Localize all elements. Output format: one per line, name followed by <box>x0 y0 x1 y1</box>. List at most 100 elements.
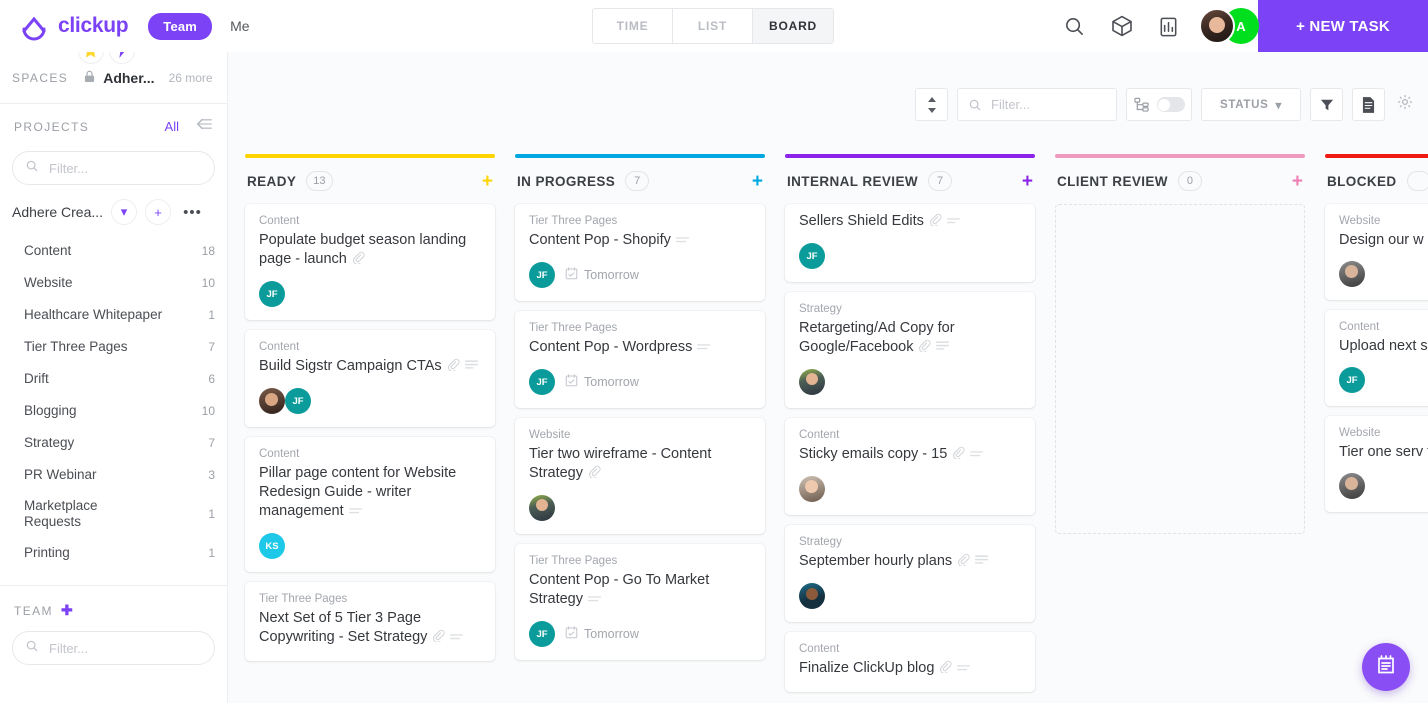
sidebar-item-tier-three-pages[interactable]: Tier Three Pages 7 <box>0 331 227 363</box>
sort-icon[interactable] <box>915 88 948 121</box>
sidebar-item-website[interactable]: Website 10 <box>0 267 227 299</box>
current-space-name[interactable]: Adher... <box>103 70 154 86</box>
task-card[interactable]: Website Tier one serv tent populat <box>1325 416 1428 512</box>
active-project-name[interactable]: Adhere Crea... <box>12 204 103 220</box>
due-date[interactable]: Tomorrow <box>565 626 639 642</box>
board-filter-placeholder: Filter... <box>991 97 1030 112</box>
gear-icon[interactable] <box>1396 93 1414 116</box>
project-chevron-down-icon[interactable]: ▾ <box>111 199 137 225</box>
due-date[interactable]: Tomorrow <box>565 267 639 283</box>
clipboard-chart-icon[interactable] <box>1156 14 1181 39</box>
empty-drop-zone[interactable] <box>1055 204 1305 534</box>
projects-filter-placeholder: Filter... <box>49 161 88 176</box>
task-card[interactable]: Content Sticky emails copy - 15 <box>785 418 1035 515</box>
add-team-member-button[interactable]: ✚ <box>61 602 73 619</box>
task-footer: JF Tomorrow <box>529 621 751 647</box>
tab-list[interactable]: LIST <box>673 9 753 43</box>
task-card[interactable]: Content Pillar page content for Website … <box>245 437 495 572</box>
avatar-photo[interactable] <box>1339 473 1365 499</box>
spaces-more-count[interactable]: 26 more <box>169 71 213 85</box>
tab-board[interactable]: BOARD <box>753 9 833 43</box>
description-icon <box>588 591 601 610</box>
avatar[interactable]: JF <box>1339 367 1365 393</box>
due-date[interactable]: Tomorrow <box>565 374 639 390</box>
task-title: Next Set of 5 Tier 3 Page Copywriting - … <box>259 609 481 648</box>
board-filter-input[interactable]: Filter... <box>957 88 1117 121</box>
due-date-text: Tomorrow <box>584 375 639 389</box>
avatar-photo[interactable] <box>529 495 555 521</box>
projects-all-filter[interactable]: All <box>165 119 179 134</box>
avatar-photo[interactable] <box>799 583 825 609</box>
project-more-options-icon[interactable]: ••• <box>183 204 202 221</box>
list-item-count: 7 <box>208 436 215 450</box>
status-dropdown[interactable]: STATUS ▾ <box>1201 88 1301 121</box>
projects-filter-input[interactable]: Filter... <box>12 151 215 185</box>
task-card[interactable]: Content Finalize ClickUp blog <box>785 632 1035 692</box>
team-toggle-button[interactable]: Team <box>148 13 212 40</box>
column-title: IN PROGRESS <box>517 174 615 189</box>
sidebar-item-strategy[interactable]: Strategy 7 <box>0 427 227 459</box>
add-task-to-column-button[interactable]: + <box>482 172 493 191</box>
task-footer <box>529 495 751 521</box>
new-task-button[interactable]: + NEW TASK <box>1258 0 1428 52</box>
task-card[interactable]: Website Tier two wireframe - Content Str… <box>515 418 765 534</box>
list-item-label: Printing <box>24 545 70 561</box>
page-icon[interactable] <box>1352 88 1385 121</box>
sidebar-item-content[interactable]: Content 18 <box>0 235 227 267</box>
avatar[interactable]: KS <box>259 533 285 559</box>
list-item-count: 18 <box>202 244 215 258</box>
avatar[interactable]: JF <box>799 243 825 269</box>
sidebar-item-blogging[interactable]: Blogging 10 <box>0 395 227 427</box>
task-card[interactable]: Website Design our w <box>1325 204 1428 300</box>
task-card[interactable]: Tier Three Pages Content Pop - Shopify J… <box>515 204 765 301</box>
notepad-fab-button[interactable] <box>1362 643 1410 691</box>
tab-time[interactable]: TIME <box>593 9 673 43</box>
sidebar-item-healthcare-whitepaper[interactable]: Healthcare Whitepaper 1 <box>0 299 227 331</box>
description-icon <box>936 339 949 358</box>
task-list-tag: Content <box>259 448 481 460</box>
task-title: September hourly plans <box>799 552 1021 572</box>
task-card[interactable]: Tier Three Pages Next Set of 5 Tier 3 Pa… <box>245 582 495 661</box>
avatar[interactable]: JF <box>529 621 555 647</box>
avatar[interactable]: JF <box>529 262 555 288</box>
task-card[interactable]: Content Populate budget season landing p… <box>245 204 495 320</box>
list-item-count: 10 <box>202 404 215 418</box>
task-card[interactable]: Strategy September hourly plans <box>785 525 1035 622</box>
avatar-photo[interactable] <box>1339 261 1365 287</box>
team-filter-input[interactable]: Filter... <box>12 631 215 665</box>
task-title-text: Build Sigstr Campaign CTAs <box>259 358 442 374</box>
sidebar-item-marketplace-requests[interactable]: Marketplace Requests 1 <box>0 491 227 537</box>
add-task-to-column-button[interactable]: + <box>752 172 763 191</box>
avatar[interactable]: JF <box>529 369 555 395</box>
task-card[interactable]: Tier Three Pages Content Pop - Go To Mar… <box>515 544 765 660</box>
task-footer: JF Tomorrow <box>529 262 751 288</box>
search-icon[interactable] <box>1062 14 1087 39</box>
avatar[interactable]: JF <box>259 281 285 307</box>
sidebar-item-pr-webinar[interactable]: PR Webinar 3 <box>0 459 227 491</box>
add-project-button[interactable]: + <box>145 199 171 225</box>
add-task-to-column-button[interactable]: + <box>1022 172 1033 191</box>
brand-logo[interactable]: clickup <box>0 10 128 42</box>
sidebar-item-printing[interactable]: Printing 1 <box>0 537 227 569</box>
task-card[interactable]: Tier Three Pages Content Pop - Wordpress… <box>515 311 765 408</box>
subtask-toggle[interactable] <box>1126 88 1192 121</box>
toggle-switch[interactable] <box>1157 97 1185 112</box>
task-card[interactable]: Content Build Sigstr Campaign CTAs JF <box>245 330 495 427</box>
add-task-to-column-button[interactable]: + <box>1292 172 1303 191</box>
funnel-filter-icon[interactable] <box>1310 88 1343 121</box>
task-card[interactable]: Strategy Retargeting/Ad Copy for Google/… <box>785 292 1035 408</box>
avatar-photo[interactable] <box>799 369 825 395</box>
sidebar-item-drift[interactable]: Drift 6 <box>0 363 227 395</box>
box-icon[interactable] <box>1109 14 1134 39</box>
description-icon <box>975 553 988 572</box>
task-card[interactable]: Content Upload next spot templat JF <box>1325 310 1428 406</box>
task-footer <box>1339 261 1428 287</box>
task-title-text: Next Set of 5 Tier 3 Page Copywriting - … <box>259 610 427 645</box>
avatar-stack[interactable]: JF <box>259 388 311 414</box>
task-title: Content Pop - Wordpress <box>529 338 751 358</box>
column-header: CLIENT REVIEW 0 + <box>1055 158 1305 204</box>
avatar-photo[interactable] <box>799 476 825 502</box>
collapse-sidebar-icon[interactable] <box>195 117 213 136</box>
me-toggle-button[interactable]: Me <box>230 18 249 34</box>
task-card[interactable]: Sellers Shield Edits JF <box>785 204 1035 282</box>
